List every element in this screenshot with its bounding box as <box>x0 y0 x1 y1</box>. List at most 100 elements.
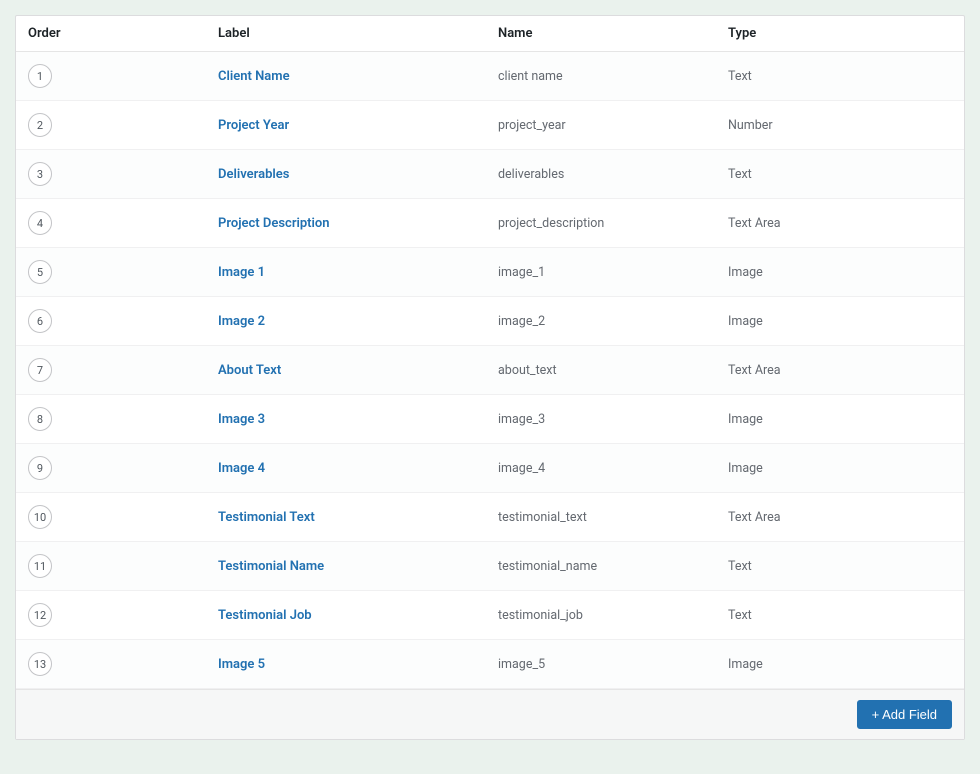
name-cell: image_5 <box>498 657 728 672</box>
order-badge[interactable]: 7 <box>28 358 52 382</box>
order-badge[interactable]: 12 <box>28 603 52 627</box>
label-cell: Image 3 <box>218 412 498 427</box>
order-badge[interactable]: 1 <box>28 64 52 88</box>
order-badge[interactable]: 3 <box>28 162 52 186</box>
type-cell: Image <box>728 461 952 476</box>
field-label-link[interactable]: Project Year <box>218 118 289 133</box>
name-cell: image_4 <box>498 461 728 476</box>
name-cell: testimonial_job <box>498 608 728 623</box>
order-cell: 4 <box>28 211 218 235</box>
type-cell: Text <box>728 167 952 182</box>
field-label-link[interactable]: Image 3 <box>218 412 265 427</box>
type-cell: Text Area <box>728 216 952 231</box>
order-badge[interactable]: 4 <box>28 211 52 235</box>
type-cell: Text Area <box>728 510 952 525</box>
order-badge[interactable]: 5 <box>28 260 52 284</box>
header-label: Label <box>218 26 498 41</box>
table-row[interactable]: 10 Testimonial Text testimonial_textText A… <box>16 493 964 542</box>
label-cell: Testimonial Name <box>218 559 498 574</box>
fields-panel: Order Label Name Type 1 Client Name client… <box>15 15 965 740</box>
label-cell: Image 2 <box>218 314 498 329</box>
field-label-link[interactable]: Image 1 <box>218 265 265 280</box>
order-cell: 3 <box>28 162 218 186</box>
order-badge[interactable]: 9 <box>28 456 52 480</box>
order-badge[interactable]: 10 <box>28 505 52 529</box>
field-label-link[interactable]: Testimonial Name <box>218 559 324 574</box>
label-cell: About Text <box>218 363 498 378</box>
label-cell: Client Name <box>218 69 498 84</box>
name-cell: project_description <box>498 216 728 231</box>
name-cell: about_text <box>498 363 728 378</box>
label-cell: Image 1 <box>218 265 498 280</box>
order-badge[interactable]: 8 <box>28 407 52 431</box>
table-row[interactable]: 5 Image 1 image_1Image <box>16 248 964 297</box>
table-row[interactable]: 12 Testimonial Job testimonial_jobText <box>16 591 964 640</box>
label-cell: Image 5 <box>218 657 498 672</box>
label-cell: Project Year <box>218 118 498 133</box>
order-cell: 6 <box>28 309 218 333</box>
type-cell: Number <box>728 118 952 133</box>
add-field-button[interactable]: + Add Field <box>857 700 952 729</box>
name-cell: client name <box>498 69 728 84</box>
order-cell: 5 <box>28 260 218 284</box>
table-row[interactable]: 4 Project Description project_descriptionT… <box>16 199 964 248</box>
name-cell: image_1 <box>498 265 728 280</box>
type-cell: Text <box>728 608 952 623</box>
table-row[interactable]: 6 Image 2 image_2Image <box>16 297 964 346</box>
field-label-link[interactable]: Image 5 <box>218 657 265 672</box>
table-row[interactable]: 3 Deliverables deliverablesText <box>16 150 964 199</box>
field-label-link[interactable]: Image 4 <box>218 461 265 476</box>
type-cell: Text <box>728 559 952 574</box>
order-cell: 9 <box>28 456 218 480</box>
order-cell: 1 <box>28 64 218 88</box>
order-cell: 13 <box>28 652 218 676</box>
table-row[interactable]: 9 Image 4 image_4Image <box>16 444 964 493</box>
table-header: Order Label Name Type <box>16 16 964 52</box>
header-order: Order <box>28 26 218 41</box>
order-badge[interactable]: 2 <box>28 113 52 137</box>
table-row[interactable]: 13 Image 5 image_5Image <box>16 640 964 689</box>
type-cell: Image <box>728 265 952 280</box>
type-cell: Image <box>728 412 952 427</box>
field-label-link[interactable]: Testimonial Text <box>218 510 315 525</box>
order-cell: 2 <box>28 113 218 137</box>
header-type: Type <box>728 26 952 41</box>
type-cell: Text Area <box>728 363 952 378</box>
table-row[interactable]: 7 About Text about_textText Area <box>16 346 964 395</box>
rows-container: 1Client Nameclient nameText2Project Year… <box>16 52 964 689</box>
name-cell: deliverables <box>498 167 728 182</box>
field-label-link[interactable]: Image 2 <box>218 314 265 329</box>
name-cell: testimonial_text <box>498 510 728 525</box>
order-cell: 8 <box>28 407 218 431</box>
label-cell: Image 4 <box>218 461 498 476</box>
order-badge[interactable]: 11 <box>28 554 52 578</box>
label-cell: Deliverables <box>218 167 498 182</box>
field-label-link[interactable]: Client Name <box>218 69 290 84</box>
field-label-link[interactable]: Project Description <box>218 216 330 231</box>
field-label-link[interactable]: About Text <box>218 363 281 378</box>
type-cell: Image <box>728 657 952 672</box>
field-label-link[interactable]: Testimonial Job <box>218 608 312 623</box>
order-cell: 7 <box>28 358 218 382</box>
order-cell: 12 <box>28 603 218 627</box>
order-badge[interactable]: 13 <box>28 652 52 676</box>
type-cell: Image <box>728 314 952 329</box>
order-cell: 11 <box>28 554 218 578</box>
field-label-link[interactable]: Deliverables <box>218 167 289 182</box>
order-badge[interactable]: 6 <box>28 309 52 333</box>
name-cell: image_3 <box>498 412 728 427</box>
label-cell: Project Description <box>218 216 498 231</box>
name-cell: project_year <box>498 118 728 133</box>
table-row[interactable]: 11 Testimonial Name testimonial_nameText <box>16 542 964 591</box>
header-name: Name <box>498 26 728 41</box>
name-cell: image_2 <box>498 314 728 329</box>
table-row[interactable]: 2 Project Year project_yearNumber <box>16 101 964 150</box>
table-row[interactable]: 8 Image 3 image_3Image <box>16 395 964 444</box>
label-cell: Testimonial Job <box>218 608 498 623</box>
label-cell: Testimonial Text <box>218 510 498 525</box>
table-row[interactable]: 1 Client Name client nameText <box>16 52 964 101</box>
order-cell: 10 <box>28 505 218 529</box>
type-cell: Text <box>728 69 952 84</box>
table-footer: + Add Field <box>16 689 964 739</box>
name-cell: testimonial_name <box>498 559 728 574</box>
